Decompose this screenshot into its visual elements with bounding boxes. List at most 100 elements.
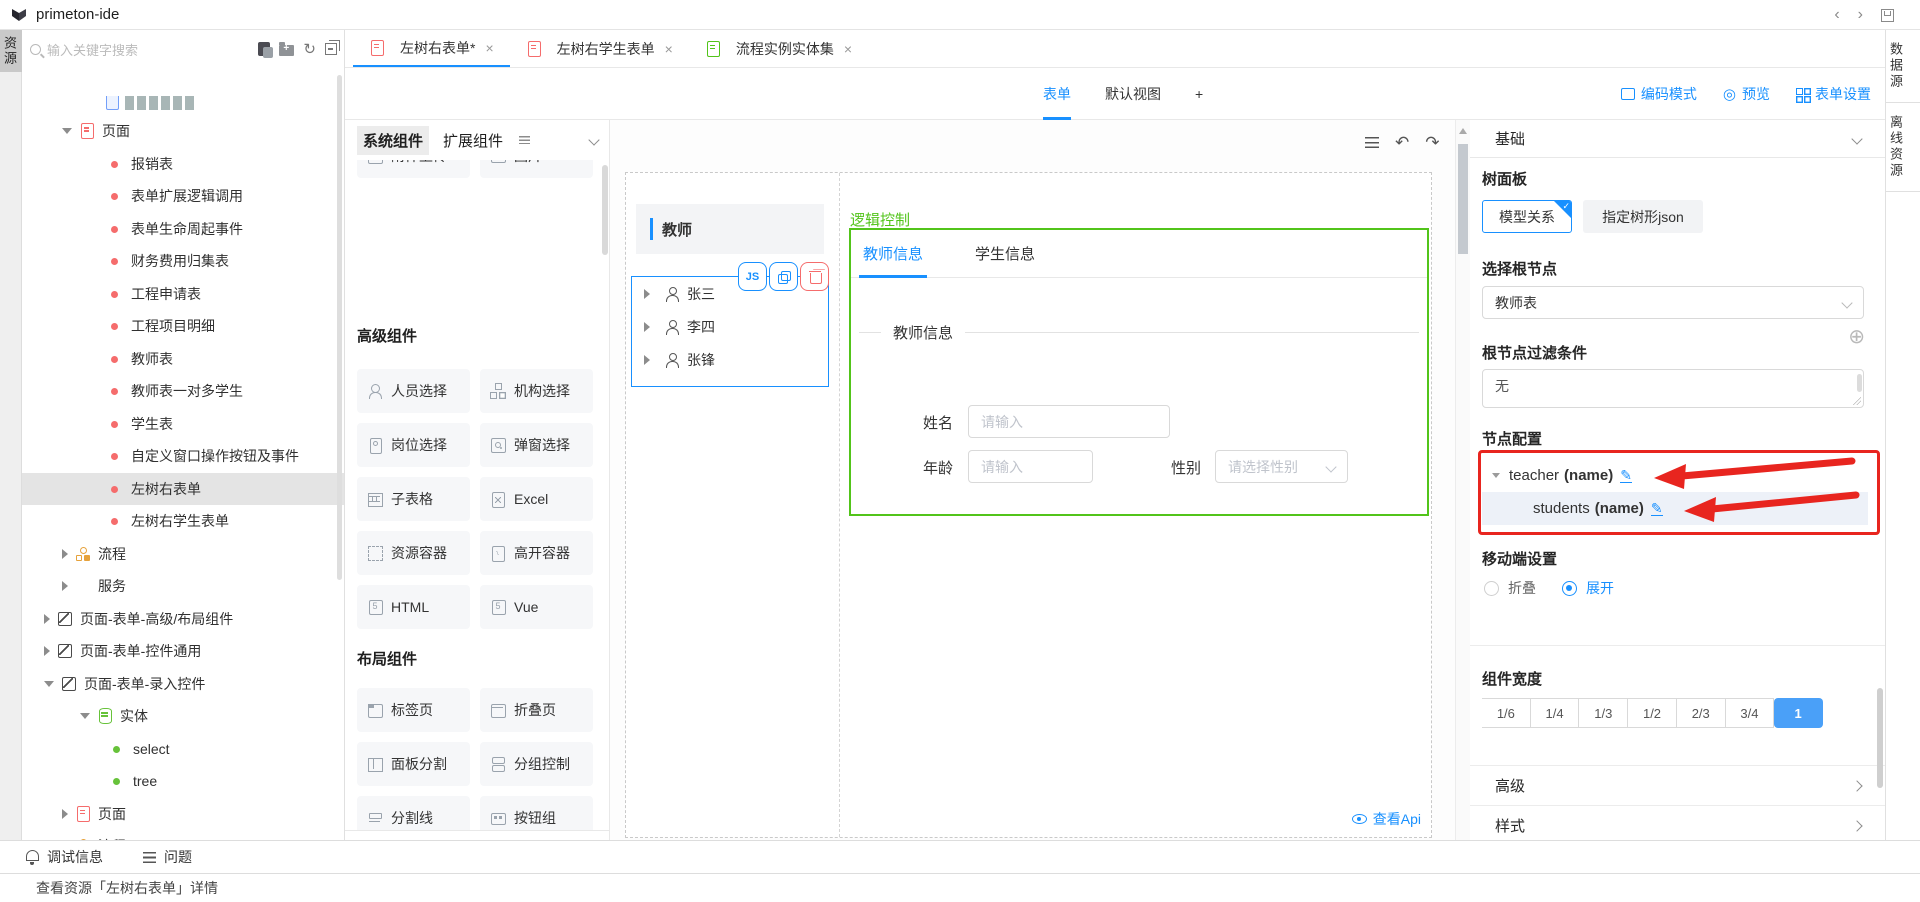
textarea-scrollbar[interactable]: [1857, 374, 1862, 392]
tree-item[interactable]: 教师表: [22, 343, 345, 376]
new-folder-icon[interactable]: [279, 45, 294, 56]
tab-close-icon[interactable]: ×: [844, 41, 852, 57]
tree-item[interactable]: 报销表: [22, 148, 345, 181]
tree-caret-icon[interactable]: [62, 581, 68, 591]
tree-item[interactable]: 左树右表单: [22, 473, 345, 506]
problems-button[interactable]: 问题: [143, 847, 192, 867]
tree-caret-icon[interactable]: [44, 614, 50, 624]
logic-control-container[interactable]: 教师信息学生信息 教师信息 姓名 请输入 年龄 请输入 性别 请选择性别: [849, 228, 1429, 516]
tree-caret-icon[interactable]: [62, 549, 68, 559]
tree-item[interactable]: 教师表一对多学生: [22, 375, 345, 408]
tree-item[interactable]: 财务费用归集表: [22, 245, 345, 278]
form-settings-button[interactable]: 表单设置: [1796, 84, 1871, 104]
palette-item[interactable]: 标签页: [357, 688, 470, 732]
tree-item[interactable]: 学生表: [22, 408, 345, 441]
age-input[interactable]: 请输入: [968, 450, 1093, 483]
palette-item[interactable]: 折叠页: [480, 688, 593, 732]
palette-item[interactable]: 面板分割: [357, 742, 470, 786]
tree-item[interactable]: 页面-表单-录入控件: [22, 668, 345, 701]
add-view-button[interactable]: +: [1195, 86, 1203, 102]
form-tab[interactable]: 教师信息: [863, 230, 923, 277]
tree-item[interactable]: 实体: [22, 700, 345, 733]
width-option[interactable]: 3/4: [1726, 698, 1775, 728]
filter-textarea[interactable]: 无: [1482, 369, 1864, 408]
tree-item[interactable]: 服务: [22, 570, 345, 603]
palette-scrollbar[interactable]: [602, 165, 608, 255]
props-scrollbar[interactable]: [1877, 688, 1883, 788]
root-container[interactable]: 教师 JS 张三: [625, 172, 1432, 838]
nav-forward-icon[interactable]: ›: [1858, 6, 1863, 24]
tree-item[interactable]: 表单扩展逻辑调用: [22, 180, 345, 213]
nav-back-icon[interactable]: ‹: [1834, 6, 1839, 24]
tree-item[interactable]: 页面: [22, 798, 345, 831]
refresh-icon[interactable]: ↻: [303, 42, 316, 57]
tree-item[interactable]: 流程: [22, 538, 345, 571]
tree-item[interactable]: 自定义窗口操作按钮及事件: [22, 440, 345, 473]
js-logic-button[interactable]: JS: [738, 262, 767, 291]
width-option[interactable]: 1/6: [1482, 698, 1531, 728]
tab-form[interactable]: 表单: [1043, 68, 1071, 120]
palette-item[interactable]: 图片: [480, 160, 593, 178]
scroll-thumb[interactable]: [1458, 144, 1468, 254]
save-icon[interactable]: [1881, 9, 1894, 22]
palette-item[interactable]: 弹窗选择: [480, 423, 593, 467]
tree-caret-icon[interactable]: [44, 646, 50, 656]
palette-item[interactable]: Excel: [480, 477, 593, 521]
tree-item[interactable]: select: [22, 733, 345, 766]
palette-tab-system[interactable]: 系统组件: [357, 126, 429, 155]
code-mode-button[interactable]: 编码模式: [1621, 84, 1697, 104]
tree-caret-icon[interactable]: [44, 681, 54, 687]
node-caret-icon[interactable]: [644, 355, 650, 365]
tree-item[interactable]: 流程: [22, 830, 345, 840]
width-option[interactable]: 1/4: [1531, 698, 1580, 728]
palette-item[interactable]: HTML: [357, 585, 470, 629]
section-advanced[interactable]: 高级: [1470, 765, 1885, 805]
tree-item[interactable]: 页面: [22, 115, 345, 148]
chevron-down-icon[interactable]: [1851, 133, 1862, 144]
outline-tree-icon[interactable]: [1365, 137, 1379, 148]
tree-item[interactable]: 工程项目明细: [22, 310, 345, 343]
tab-default-view[interactable]: 默认视图: [1105, 84, 1161, 104]
tree-json-button[interactable]: 指定树形json: [1583, 200, 1703, 233]
scroll-up-icon[interactable]: [1459, 128, 1467, 134]
palette-item[interactable]: 分组控制: [480, 742, 593, 786]
section-style[interactable]: 样式: [1470, 805, 1885, 840]
editor-tab[interactable]: 左树右学生表单 ×: [510, 30, 689, 67]
palette-item[interactable]: 附件上传: [357, 160, 470, 178]
collapse-all-icon[interactable]: [325, 43, 337, 55]
props-section-basic[interactable]: 基础: [1470, 120, 1885, 158]
palette-item[interactable]: 岗位选择: [357, 423, 470, 467]
tab-offline-resources[interactable]: 离线资源: [1886, 103, 1920, 192]
tab-datasource[interactable]: 数据源: [1886, 30, 1920, 103]
resize-handle-icon[interactable]: [1853, 397, 1861, 405]
radio-fold[interactable]: 折叠: [1484, 578, 1536, 598]
redo-icon[interactable]: ↷: [1425, 134, 1439, 151]
copy-button[interactable]: [769, 262, 798, 291]
palette-item[interactable]: 机构选择: [480, 369, 593, 413]
preview-button[interactable]: ◎预览: [1723, 84, 1770, 104]
canvas-scrollbar[interactable]: [1455, 120, 1470, 840]
tree-caret-icon[interactable]: [80, 713, 90, 719]
chevron-down-icon[interactable]: [588, 134, 599, 145]
palette-item[interactable]: 资源容器: [357, 531, 470, 575]
sidebar-scrollbar[interactable]: [337, 75, 342, 580]
tree-item[interactable]: 页面-表单-控件通用: [22, 635, 345, 668]
delete-button[interactable]: [800, 262, 829, 291]
tab-close-icon[interactable]: ×: [485, 40, 493, 56]
tree-panel-header[interactable]: 教师: [636, 204, 824, 254]
tree-item[interactable]: 工程申请表: [22, 278, 345, 311]
tree-caret-icon[interactable]: [62, 128, 72, 134]
teacher-tree-node[interactable]: 张锋: [632, 343, 828, 376]
palette-item[interactable]: Vue: [480, 585, 593, 629]
width-option[interactable]: 2/3: [1677, 698, 1726, 728]
node-caret-icon[interactable]: [644, 289, 650, 299]
palette-item[interactable]: 子表格: [357, 477, 470, 521]
form-tab[interactable]: 学生信息: [975, 230, 1035, 277]
search-input[interactable]: 输入关键字搜索: [30, 35, 252, 63]
activity-tab-resources[interactable]: 资源: [0, 30, 22, 72]
tree-caret-icon[interactable]: [62, 809, 68, 819]
gender-select[interactable]: 请选择性别: [1215, 450, 1348, 483]
palette-item[interactable]: 高开容器: [480, 531, 593, 575]
add-filter-icon[interactable]: ⊕: [1848, 327, 1865, 347]
palette-menu-icon[interactable]: [519, 136, 530, 144]
